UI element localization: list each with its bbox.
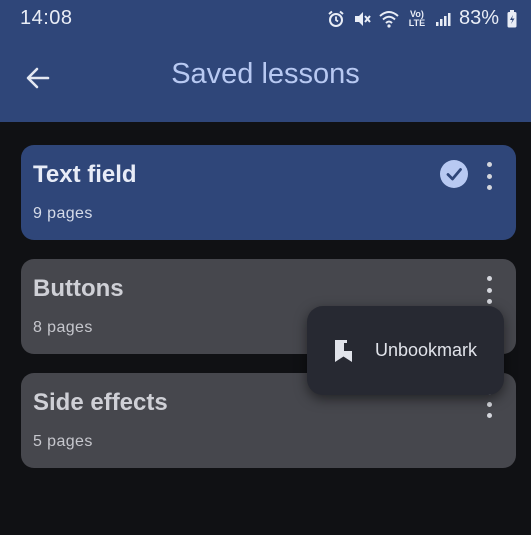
context-menu: Unbookmark [307,306,504,395]
wifi-icon [379,10,399,28]
status-icons: Vo) LTE 83% [327,7,517,30]
lte-icon: Vo) LTE [408,8,426,28]
lesson-card-text-field[interactable]: Text field 9 pages [21,145,516,240]
lesson-pages: 9 pages [33,205,93,222]
battery-percent: 83% [458,7,499,29]
signal-icon [435,11,451,27]
menu-item-unbookmark[interactable]: Unbookmark [307,306,504,395]
alarm-icon [327,10,345,28]
more-options-button[interactable] [482,162,496,190]
lesson-name: Side effects [33,389,168,416]
more-options-button[interactable] [482,276,496,304]
status-bar: 14:08 Vo) LTE 83% [0,0,531,38]
lesson-pages: 5 pages [33,433,93,450]
check-icon [440,160,468,188]
page-title: Saved lessons [171,58,360,90]
app-bar: 14:08 Vo) LTE 83% Saved lessons [0,0,531,122]
mute-icon [353,10,371,28]
lesson-name: Text field [33,161,137,188]
bookmark-remove-icon [331,338,357,369]
battery-icon [507,9,517,28]
lesson-pages: 8 pages [33,319,93,336]
status-time: 14:08 [20,7,73,29]
lesson-name: Buttons [33,275,124,302]
menu-item-label: Unbookmark [375,340,478,360]
